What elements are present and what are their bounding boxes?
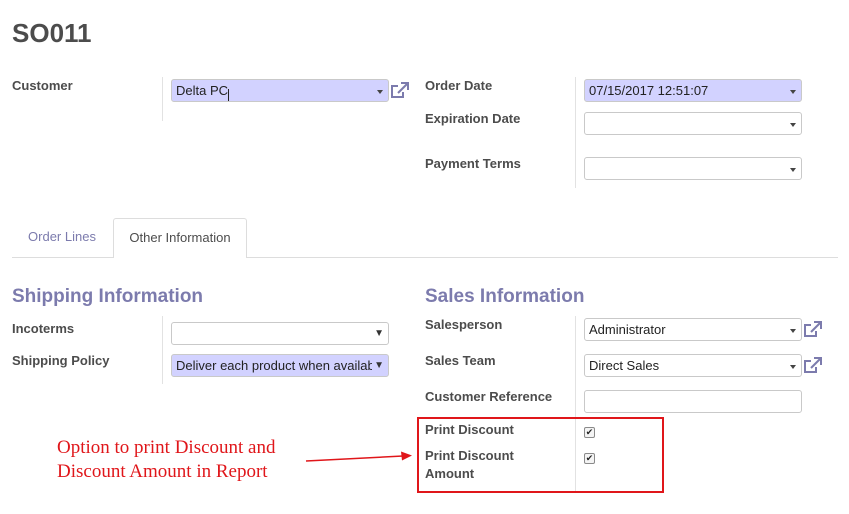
tab-order-lines[interactable]: Order Lines — [12, 218, 112, 258]
annotation-text: Option to print Discount and Discount Am… — [57, 436, 275, 484]
sales-team-label: Sales Team — [425, 353, 496, 368]
annotation-line-1: Option to print Discount and — [57, 437, 276, 458]
expiration-date-field[interactable] — [584, 112, 802, 135]
field-divider — [162, 316, 163, 384]
chevron-down-icon[interactable] — [790, 365, 796, 369]
incoterms-label: Incoterms — [12, 321, 75, 336]
chevron-down-icon[interactable]: ▼ — [374, 355, 384, 376]
salesperson-label: Salesperson — [425, 317, 503, 332]
sales-information-heading: Sales Information — [425, 286, 585, 307]
customer-value: Delta PC — [176, 83, 229, 98]
annotation-arrow-icon — [305, 451, 412, 462]
payment-terms-label: Payment Terms — [425, 156, 521, 171]
expiration-date-label: Expiration Date — [425, 111, 521, 126]
page-title: SO011 — [12, 18, 92, 48]
customer-reference-label: Customer Reference — [425, 389, 553, 404]
order-date-label: Order Date — [425, 78, 493, 93]
field-divider — [575, 77, 576, 188]
shipping-policy-select[interactable]: Deliver each product when available ▼ — [171, 354, 389, 377]
highlight-box — [417, 417, 664, 493]
customer-reference-input[interactable] — [584, 390, 802, 413]
customer-field[interactable]: Delta PC — [171, 79, 389, 102]
chevron-down-icon[interactable] — [790, 90, 796, 94]
external-link-icon[interactable] — [390, 81, 410, 101]
salesperson-field[interactable]: Administrator — [584, 318, 802, 341]
salesperson-value: Administrator — [589, 322, 666, 337]
order-date-value: 07/15/2017 12:51:07 — [589, 83, 709, 98]
sales-team-field[interactable]: Direct Sales — [584, 354, 802, 377]
external-link-icon[interactable] — [803, 320, 823, 340]
shipping-policy-label: Shipping Policy — [12, 353, 110, 368]
text-cursor — [228, 89, 230, 101]
tab-other-information[interactable]: Other Information — [113, 218, 247, 258]
chevron-down-icon[interactable]: ▼ — [374, 323, 384, 344]
annotation-line-2: Discount Amount in Report — [57, 461, 268, 482]
chevron-down-icon[interactable] — [377, 90, 383, 94]
external-link-icon[interactable] — [803, 356, 823, 376]
payment-terms-field[interactable] — [584, 157, 802, 180]
shipping-information-heading: Shipping Information — [12, 286, 204, 307]
sales-team-value: Direct Sales — [589, 358, 660, 373]
active-tab-gap — [114, 256, 246, 258]
field-divider — [162, 77, 163, 121]
chevron-down-icon[interactable] — [790, 168, 796, 172]
order-date-field[interactable]: 07/15/2017 12:51:07 — [584, 79, 802, 102]
shipping-policy-value: Deliver each product when available — [176, 358, 372, 373]
chevron-down-icon[interactable] — [790, 329, 796, 333]
customer-label: Customer — [12, 78, 73, 93]
chevron-down-icon[interactable] — [790, 123, 796, 127]
incoterms-select[interactable]: ▼ — [171, 322, 389, 345]
